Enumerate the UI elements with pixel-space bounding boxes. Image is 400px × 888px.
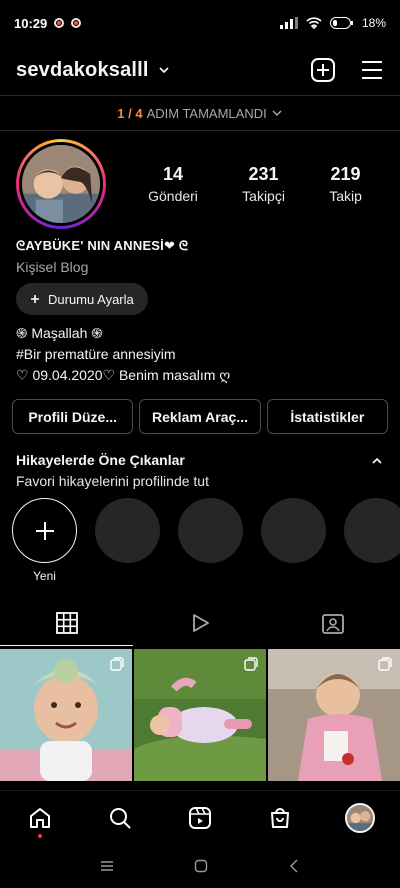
post-thumbnail[interactable] [134,649,266,781]
plus-icon [35,521,54,540]
nav-profile[interactable] [340,798,380,838]
onboarding-progress[interactable]: 1 / 4 ADIM TAMAMLANDI [0,96,400,130]
stat-label: Takipçi [242,188,285,204]
progress-label: ADIM TAMAMLANDI [146,105,267,121]
divider [0,130,400,131]
carousel-icon [378,657,392,671]
edit-profile-button[interactable]: Profili Düze... [12,399,134,434]
highlights-header: Hikayelerde Öne Çıkanlar Favori hikayele… [16,452,384,489]
highlights-row: Yeni [12,498,400,588]
new-highlight-label: Yeni [33,569,56,583]
profile-summary: 14 Gönderi 231 Takipçi 219 Takip [16,138,384,230]
profile-avatar[interactable] [16,139,106,229]
highlight-placeholder [261,498,326,563]
tab-tagged[interactable] [267,600,400,646]
nav-shop[interactable] [260,798,300,838]
status-bar: 10:29 18% [0,0,400,46]
post-thumbnail[interactable] [0,649,132,781]
highlights-subtitle: Favori hikayelerini profilinde tut [16,473,209,489]
post-thumbnail[interactable] [268,649,400,781]
highlights-title: Hikayelerde Öne Çıkanlar [16,452,185,468]
shop-bag-icon [271,807,289,828]
stat-label: Gönderi [148,188,198,204]
following-count[interactable]: 219 Takip [329,164,362,204]
plus-icon [31,295,39,303]
status-time: 10:29 [14,15,48,31]
bio-line: #Bir prematüre annesiyim [16,346,176,362]
profile-actions: Profili Düze... Reklam Araç... İstatisti… [12,399,388,434]
signal-icon [279,17,298,29]
battery-icon [329,17,353,29]
chevron-up-icon[interactable] [370,454,384,468]
chevron-down-icon [272,110,282,116]
search-icon [110,807,131,829]
set-status-button[interactable]: Durumu Ayarla [16,283,148,315]
notification-icon [71,18,82,28]
progress-count: 1 / 4 [117,105,143,121]
highlight-placeholder [178,498,243,563]
bio-section: ᘓAYBÜKE' NIN ANNESİ❤ ᘓ Kişisel Blog [16,238,384,275]
tagged-icon [322,614,345,634]
home-button-icon[interactable] [194,859,208,873]
new-highlight[interactable]: Yeni [12,498,77,588]
posts-count[interactable]: 14 Gönderi [148,164,198,204]
highlight-placeholder [95,498,160,563]
nav-reels[interactable] [180,798,220,838]
carousel-icon [110,657,124,671]
reels-play-icon [193,614,209,632]
notification-icon [54,18,65,28]
tab-reels[interactable] [133,600,266,646]
back-icon[interactable] [288,859,300,873]
chevron-down-icon[interactable] [157,63,171,77]
tab-posts-grid[interactable] [0,600,134,646]
insights-button[interactable]: İstatistikler [266,399,388,434]
bottom-navigation [0,790,400,844]
set-status-label: Durumu Ayarla [48,291,134,307]
stat-number: 231 [248,164,279,184]
profile-photo [22,145,100,223]
notification-dot [38,833,42,838]
reels-icon [189,806,211,829]
bio-category: Kişisel Blog [16,259,89,275]
bio-line: ֍ Maşallah ֍ [16,325,103,341]
highlight-placeholder [344,498,400,563]
bio-name: ᘓAYBÜKE' NIN ANNESİ❤ ᘓ [16,238,189,253]
bio-text: ֍ Maşallah ֍ #Bir prematüre annesiyim ♡ … [16,323,386,386]
stat-label: Takip [329,188,362,204]
recents-icon[interactable] [100,860,114,872]
profile-stats: 14 Gönderi 231 Takipçi 219 Takip [126,164,384,204]
stat-number: 219 [330,164,361,184]
profile-tabs [0,600,400,646]
bio-line: ♡ 09.04.2020♡ Benim masalım ღ [16,367,231,383]
wifi-icon [306,17,322,29]
profile-photo [347,804,373,831]
followers-count[interactable]: 231 Takipçi [242,164,285,204]
profile-header: sevdakoksalll [0,46,400,94]
create-post-icon[interactable] [310,57,336,83]
system-navigation [0,844,400,888]
menu-icon[interactable] [360,59,384,81]
battery-level: 18% [361,16,386,30]
ad-tools-button[interactable]: Reklam Araç... [139,399,261,434]
grid-icon [55,612,78,634]
profile-avatar-small [345,802,375,833]
nav-search[interactable] [100,798,140,838]
new-highlight-circle[interactable] [12,498,77,563]
stat-number: 14 [163,164,184,184]
carousel-icon [244,657,258,671]
home-icon [30,807,50,828]
nav-home[interactable] [20,798,60,838]
account-switcher[interactable]: sevdakoksalll [16,59,149,82]
posts-grid [0,649,400,781]
